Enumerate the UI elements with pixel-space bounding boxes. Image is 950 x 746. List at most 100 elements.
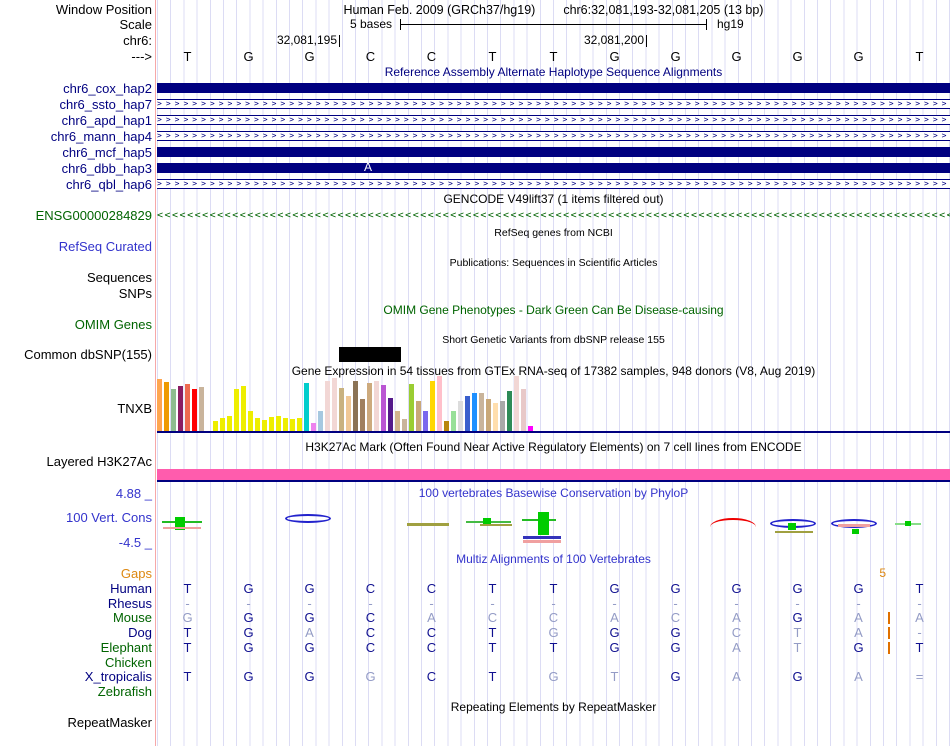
sequences-label[interactable]: Sequences [0,271,152,284]
phylop-max-label: 4.88 _ [115,486,152,501]
gtex-tissue-bar [367,383,372,431]
alignment-base: A [427,610,436,625]
haplotype-label-chr6_qbl_hap6[interactable]: chr6_qbl_hap6 [0,178,152,191]
haplotype-label-chr6_mcf_hap5[interactable]: chr6_mcf_hap5 [0,146,152,159]
alignment-base: A [854,610,863,625]
omim-genes-label[interactable]: OMIM Genes [0,318,152,331]
alignment-base: G [792,669,803,684]
haplotype-track-chr6_mann_hap4[interactable]: >>>>>>>>>>>>>>>>>>>>>>>>>>>>>>>>>>>>>>>>… [157,131,950,141]
refseq-curated-label[interactable]: RefSeq Curated [0,240,152,253]
h3k27ac-track-title[interactable]: H3K27Ac Mark (Often Found Near Active Re… [157,441,950,454]
gtex-tissue-bar [171,389,176,431]
h3k27ac-signal-bar[interactable] [157,469,950,480]
gtex-gene-label[interactable]: TNXB [0,402,152,415]
coord-left-text: 32,081,195 [276,33,337,47]
multiz-gaps-label[interactable]: Gaps [0,567,152,580]
gtex-tissue-bar [185,384,190,431]
multiz-species-label-rhesus[interactable]: Rhesus [0,597,152,610]
strand-label[interactable]: ---> [0,50,152,63]
alignment-base: C [426,669,437,684]
multiz-species-label-mouse[interactable]: Mouse [0,611,152,624]
label-track-separator [155,0,156,746]
gtex-tissue-bar [514,376,519,431]
conservation-mark-hline [163,527,201,529]
snps-label[interactable]: SNPs [0,287,152,300]
haplotype-track-chr6_cox_hap2[interactable] [157,83,950,93]
repeatmasker-label[interactable]: RepeatMasker [0,716,152,729]
gtex-tissue-bar [297,418,302,431]
haplotype-label-chr6_dbb_hap3[interactable]: chr6_dbb_hap3 [0,162,152,175]
repeatmasker-track-title[interactable]: Repeating Elements by RepeatMasker [157,701,950,714]
alignment-base: C [487,610,498,625]
omim-track-title[interactable]: OMIM Gene Phenotypes - Dark Green Can Be… [157,304,950,317]
gtex-tissue-bar [318,411,323,431]
reference-base: C [365,49,376,64]
dbsnp-label[interactable]: Common dbSNP(155) [0,348,152,361]
haplotype-track-chr6_dbb_hap3[interactable]: A [157,161,950,174]
alignment-base: = [915,669,924,684]
alignment-base: - [490,596,495,611]
gtex-tissue-bar [416,401,421,431]
coord-left-tick [339,35,340,47]
gtex-tissue-bar [479,393,484,431]
reference-sequence-row[interactable]: TGGCCTTGGGGGT [157,50,950,64]
gtex-tissue-bar [325,381,330,431]
alignment-base: T [610,669,619,684]
alignment-base: G [670,625,681,640]
alignment-base: C [365,610,376,625]
alignment-base: G [609,581,620,596]
reference-base: G [243,49,254,64]
publications-track-title[interactable]: Publications: Sequences in Scientific Ar… [157,257,950,270]
multiz-species-label-x_tropicalis[interactable]: X_tropicalis [0,670,152,683]
haplotype-label-chr6_ssto_hap7[interactable]: chr6_ssto_hap7 [0,98,152,111]
gtex-tissue-bar [465,396,470,431]
gtex-tissue-bar [311,423,316,431]
alignment-base: G [243,625,254,640]
gtex-tissue-bar [213,421,218,431]
haplotype-track-chr6_qbl_hap6[interactable]: >>>>>>>>>>>>>>>>>>>>>>>>>>>>>>>>>>>>>>>>… [157,179,950,189]
multiz-species-label-dog[interactable]: Dog [0,626,152,639]
gtex-tissue-bar [339,388,344,431]
multiz-track-title[interactable]: Multiz Alignments of 100 Vertebrates [157,553,950,566]
haplotype-label-chr6_apd_hap1[interactable]: chr6_apd_hap1 [0,114,152,127]
alignment-base: T [793,640,802,655]
multiz-species-label-zebrafish[interactable]: Zebrafish [0,685,152,698]
gencode-gene-direction-arrows[interactable]: <<<<<<<<<<<<<<<<<<<<<<<<<<<<<<<<<<<<<<<<… [157,210,950,222]
scale-bases-text: 5 bases [349,17,392,31]
gencode-gene-label[interactable]: ENSG00000284829 [0,209,152,222]
alignment-base: T [488,581,497,596]
alignment-base: - [673,596,678,611]
refseq-track-title[interactable]: RefSeq genes from NCBI [157,227,950,240]
alignment-base: - [917,625,922,640]
h3k27ac-label[interactable]: Layered H3K27Ac [0,455,152,468]
haplotype-track-chr6_ssto_hap7[interactable]: >>>>>>>>>>>>>>>>>>>>>>>>>>>>>>>>>>>>>>>>… [157,99,950,109]
multiz-species-label-chicken[interactable]: Chicken [0,656,152,669]
gtex-track-title[interactable]: Gene Expression in 54 tissues from GTEx … [157,365,950,378]
haplotype-label-chr6_mann_hap4[interactable]: chr6_mann_hap4 [0,130,152,143]
haplotype-label-chr6_cox_hap2[interactable]: chr6_cox_hap2 [0,82,152,95]
gtex-tissue-bar [472,393,477,431]
alignment-base: G [243,669,254,684]
dbsnp-track-title[interactable]: Short Genetic Variants from dbSNP releas… [157,334,950,347]
alignment-base: C [365,581,376,596]
alignment-base: T [793,625,802,640]
alignment-base: - [246,596,251,611]
multiz-species-label-elephant[interactable]: Elephant [0,641,152,654]
gencode-track-title[interactable]: GENCODE V49lift37 (1 items filtered out) [157,193,950,206]
alignment-base: G [304,610,315,625]
haplotype-track-chr6_mcf_hap5[interactable] [157,147,950,157]
alignment-base: - [368,596,373,611]
gtex-tissue-bar [164,382,169,431]
conservation-mark-hline [523,540,561,543]
gtex-tissue-bar [402,419,407,431]
alignment-base: A [854,625,863,640]
phylop-track-title[interactable]: 100 vertebrates Basewise Conservation by… [157,487,950,500]
haplotype-track-chr6_apd_hap1[interactable]: >>>>>>>>>>>>>>>>>>>>>>>>>>>>>>>>>>>>>>>>… [157,115,950,125]
multiz-species-label-human[interactable]: Human [0,582,152,595]
phylop-track-label[interactable]: 100 Vert. Cons [0,511,152,524]
alignment-base: T [183,581,192,596]
haplotype-track-title[interactable]: Reference Assembly Alternate Haplotype S… [157,66,950,79]
dbsnp-variant-box[interactable] [339,347,401,362]
alignment-base: G [609,640,620,655]
alignment-base: G [792,581,803,596]
